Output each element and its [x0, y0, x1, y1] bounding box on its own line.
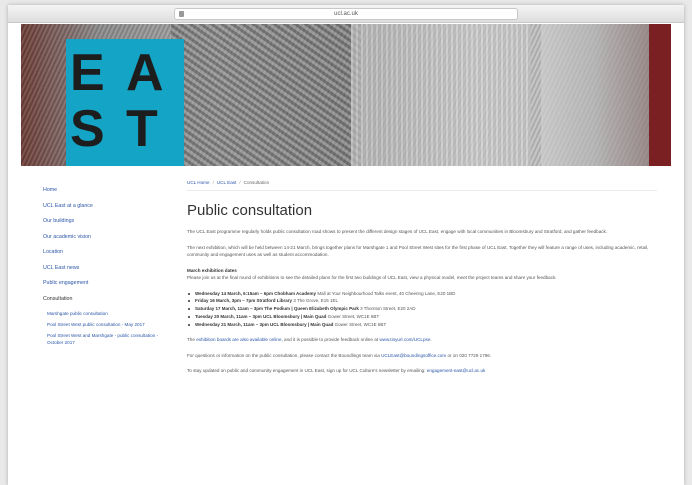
- newsletter-email-link[interactable]: engagement-east@ucl.ac.uk: [427, 368, 486, 373]
- feedback-url-link[interactable]: www.tinyurl.com/UCLpse: [379, 337, 430, 342]
- questions-email-link[interactable]: UCLEast@boundingsoffice.com: [381, 353, 446, 358]
- date-when: Friday 16 March, 3pm – 7pm: [195, 298, 256, 304]
- date-when: Saturday 17 March, 11am – 3pm: [195, 306, 264, 312]
- sidebar-item-news[interactable]: UCL East news: [43, 264, 163, 280]
- list-item: Wednesday 14 March, 6:15am – 6pm Chobham…: [187, 290, 657, 298]
- date-when: Wednesday 21 March, 11am – 3pm: [195, 321, 269, 327]
- next-exhibition-paragraph: The next exhibition, which will be held …: [187, 244, 649, 258]
- web-page: E A S T Home UCL East at a glance Our bu…: [21, 24, 671, 485]
- exhibition-dates-list: Wednesday 14 March, 6:15am – 6pm Chobham…: [187, 290, 657, 329]
- sidebar-item-buildings[interactable]: Our buildings: [43, 217, 163, 233]
- intro-paragraph: The UCL East programme regularly holds p…: [187, 229, 608, 234]
- newsletter-paragraph: To stay updated on public and community …: [187, 367, 657, 375]
- breadcrumb-separator: /: [212, 180, 214, 185]
- list-item: Tuesday 20 March, 11am – 3pm UCL Bloomsb…: [187, 313, 657, 321]
- sidebar-subitem-marshgate[interactable]: Marshgate public consultation: [43, 310, 163, 317]
- browser-toolbar: ucl.ac.uk: [8, 5, 684, 23]
- online-boards-link[interactable]: exhibition boards are also available onl…: [196, 337, 281, 342]
- questions-paragraph: For questions or information on the publ…: [187, 352, 657, 360]
- list-item: Saturday 17 March, 11am – 3pm The Podium…: [187, 305, 657, 313]
- hero-image-texture: [171, 24, 361, 166]
- date-where: Stratford Library: [256, 298, 293, 304]
- ucl-east-logo[interactable]: E A S T: [66, 39, 184, 166]
- lock-icon: [179, 11, 184, 17]
- list-item: Friday 16 March, 3pm – 7pm Stratford Lib…: [187, 297, 657, 305]
- main-content: UCL Home / UCL East / Consultation Public co…: [187, 180, 657, 383]
- sidebar-item-public-engagement[interactable]: Public engagement: [43, 279, 163, 295]
- browser-window: ucl.ac.uk E A S T Home UCL East at a gla…: [8, 5, 684, 485]
- list-item: Wednesday 21 March, 11am – 3pm UCL Bloom…: [187, 321, 657, 329]
- sidebar-nav: Home UCL East at a glance Our buildings …: [43, 186, 163, 350]
- date-when: Tuesday 20 March, 11am – 3pm: [195, 313, 262, 319]
- sidebar-item-at-a-glance[interactable]: UCL East at a glance: [43, 202, 163, 218]
- online-text: , and it is possible to provide feedback…: [281, 337, 380, 343]
- logo-letter-t: T: [126, 100, 158, 158]
- address-bar[interactable]: ucl.ac.uk: [174, 8, 518, 20]
- date-where: Chobham Academy: [274, 290, 317, 296]
- divider: [187, 190, 657, 191]
- dates-heading: March exhibition dates: [187, 267, 237, 273]
- date-when: Wednesday 14 March, 6:15am – 6pm: [195, 290, 273, 296]
- date-extra: 3 The Grove, E15 1EL: [293, 298, 339, 304]
- logo-letter-a: A: [126, 44, 164, 102]
- date-extra: Mall at Your Neighbourhood Talks event, …: [317, 290, 456, 296]
- questions-text: For questions or information on the publ…: [187, 352, 382, 358]
- sidebar-item-location[interactable]: Location: [43, 248, 163, 264]
- breadcrumb: UCL Home / UCL East / Consultation: [187, 180, 657, 188]
- dates-section: March exhibition dates Please join us at…: [187, 267, 657, 282]
- sidebar-item-home[interactable]: Home: [43, 186, 163, 202]
- logo-letter-e: E: [70, 44, 105, 102]
- sidebar-item-consultation[interactable]: Consultation: [43, 295, 163, 311]
- hero-banner: E A S T: [21, 24, 671, 166]
- date-where: The Podium | Queen Elizabeth Olympic Par…: [264, 306, 359, 312]
- date-extra: Gower Street, WC1E 6BT: [327, 313, 380, 319]
- newsletter-text: To stay updated on public and community …: [187, 368, 427, 374]
- sidebar-item-academic-vision[interactable]: Our academic vision: [43, 233, 163, 249]
- questions-phone-text: or on 020 7729 1796.: [446, 352, 492, 358]
- address-text: ucl.ac.uk: [334, 11, 358, 17]
- page-title: Public consultation: [187, 202, 313, 219]
- dates-intro: Please join us at the final round of exh…: [187, 275, 557, 280]
- breadcrumb-section[interactable]: UCL East: [217, 180, 237, 185]
- sidebar-subitem-pool-street-october[interactable]: Pool Street West and Marshgate - public …: [43, 332, 163, 346]
- online-paragraph: The exhibition boards are also available…: [187, 337, 432, 343]
- date-extra: Gower Street, WC1E 6BT: [334, 321, 387, 327]
- date-where: UCL Bloomsbury | Main Quad: [269, 321, 334, 327]
- logo-letter-s: S: [70, 100, 105, 158]
- content-area: Home UCL East at a glance Our buildings …: [21, 166, 671, 485]
- breadcrumb-current: Consultation: [243, 180, 270, 185]
- date-where: UCL Bloomsbury | Main Quad: [262, 313, 327, 319]
- breadcrumb-home[interactable]: UCL Home: [187, 180, 210, 185]
- hero-image-sky: [541, 24, 651, 166]
- sidebar-subitem-pool-street-may[interactable]: Pool Street West public consultation - M…: [43, 321, 163, 328]
- hero-image-facade: [351, 24, 531, 166]
- hero-image-edge: [649, 24, 671, 166]
- date-extra: 3 Thornton Street, E20 2AD: [360, 306, 416, 312]
- breadcrumb-separator: /: [239, 180, 241, 185]
